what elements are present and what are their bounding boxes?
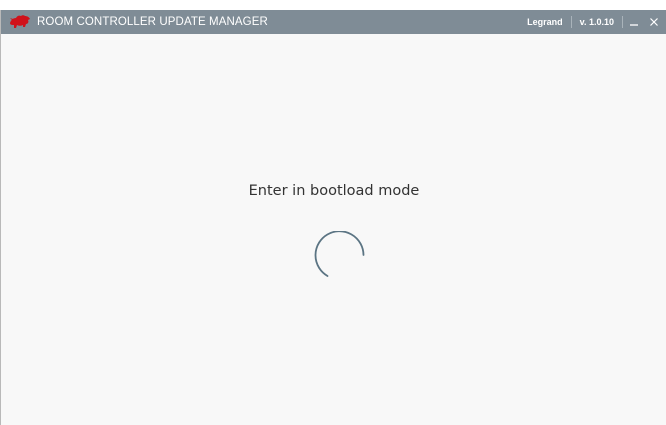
minimize-button[interactable] xyxy=(625,10,643,34)
app-window: ROOM CONTROLLER UPDATE MANAGER Legrand v… xyxy=(0,10,666,425)
close-icon xyxy=(650,18,658,26)
red-bull-logo-icon xyxy=(9,14,31,30)
title-bar[interactable]: ROOM CONTROLLER UPDATE MANAGER Legrand v… xyxy=(1,10,666,34)
version-label: v. 1.0.10 xyxy=(579,17,614,27)
vendor-label: Legrand xyxy=(527,17,563,27)
title-separator xyxy=(622,16,623,28)
window-title: ROOM CONTROLLER UPDATE MANAGER xyxy=(37,16,268,28)
status-message: Enter in bootload mode xyxy=(248,183,420,199)
close-button[interactable] xyxy=(645,10,663,34)
title-bar-controls: Legrand v. 1.0.10 xyxy=(527,10,666,34)
loading-spinner-icon xyxy=(313,230,369,287)
minimize-icon xyxy=(630,24,638,26)
